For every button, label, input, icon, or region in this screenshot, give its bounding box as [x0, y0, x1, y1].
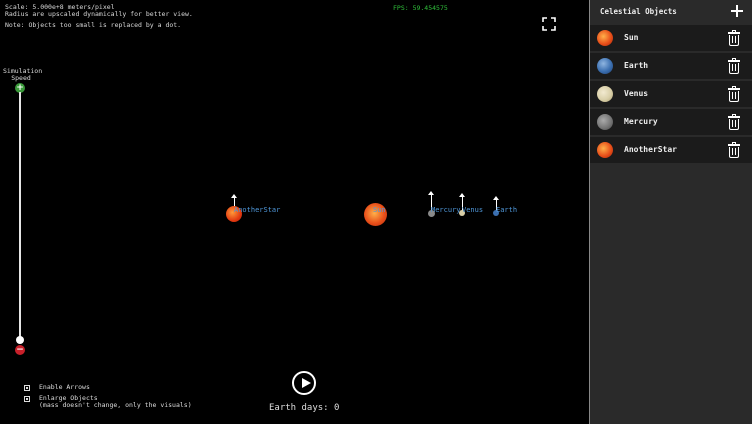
object-row-anotherstar[interactable]: AnotherStar	[590, 137, 752, 165]
trash-icon[interactable]	[728, 142, 740, 158]
speed-slider-thumb[interactable]	[16, 336, 24, 344]
mercury-icon	[597, 114, 613, 130]
trash-icon[interactable]	[728, 30, 740, 46]
speed-decrease-button[interactable]: −	[15, 345, 25, 355]
object-name: AnotherStar	[624, 145, 677, 154]
fps-counter: FPS: 59.454575	[393, 4, 448, 12]
object-row-venus[interactable]: Venus	[590, 81, 752, 109]
object-row-sun[interactable]: Sun	[590, 25, 752, 53]
enable-arrows-checkbox[interactable]	[24, 385, 30, 391]
mercury-label: Mercury	[431, 206, 461, 214]
venus-label: Venus	[462, 206, 484, 214]
object-row-earth[interactable]: Earth	[590, 53, 752, 81]
object-row-mercury[interactable]: Mercury	[590, 109, 752, 137]
earth-label: Earth	[496, 206, 518, 214]
enable-arrows-label: Enable Arrows	[39, 383, 90, 391]
object-name: Sun	[624, 33, 639, 42]
object-name: Venus	[624, 89, 649, 98]
celestial-objects-panel: Celestial Objects Sun Earth Venus Mercur…	[589, 0, 752, 424]
speed-slider-track[interactable]	[19, 92, 21, 342]
anotherstar-label: AnotherStar	[234, 206, 281, 214]
trash-icon[interactable]	[728, 114, 740, 130]
enlarge-objects-note: (mass doesn't change, only the visuals)	[39, 401, 192, 409]
fullscreen-icon[interactable]	[542, 17, 556, 31]
panel-title: Celestial Objects	[600, 7, 677, 16]
panel-header: Celestial Objects	[590, 0, 752, 24]
earth-days-counter: Earth days: 0	[269, 403, 340, 413]
simulation-canvas[interactable]: Scale: 5.000e+8 meters/pixel Radius are …	[0, 0, 589, 424]
earth-icon	[597, 58, 613, 74]
object-name: Earth	[624, 61, 649, 70]
trash-icon[interactable]	[728, 58, 740, 74]
star-icon	[597, 142, 613, 158]
speed-label: Simulation Speed	[3, 67, 43, 82]
sun-icon	[597, 30, 613, 46]
radius-note: Radius are upscaled dynamically for bett…	[5, 10, 193, 18]
sun-label: Sun	[373, 206, 386, 214]
add-object-button[interactable]	[730, 4, 744, 18]
venus-icon	[597, 86, 613, 102]
play-button[interactable]	[292, 371, 316, 395]
trash-icon[interactable]	[728, 86, 740, 102]
enlarge-objects-checkbox[interactable]	[24, 396, 30, 402]
small-objects-note: Note: Objects too small is replaced by a…	[5, 21, 182, 29]
object-name: Mercury	[624, 117, 658, 126]
